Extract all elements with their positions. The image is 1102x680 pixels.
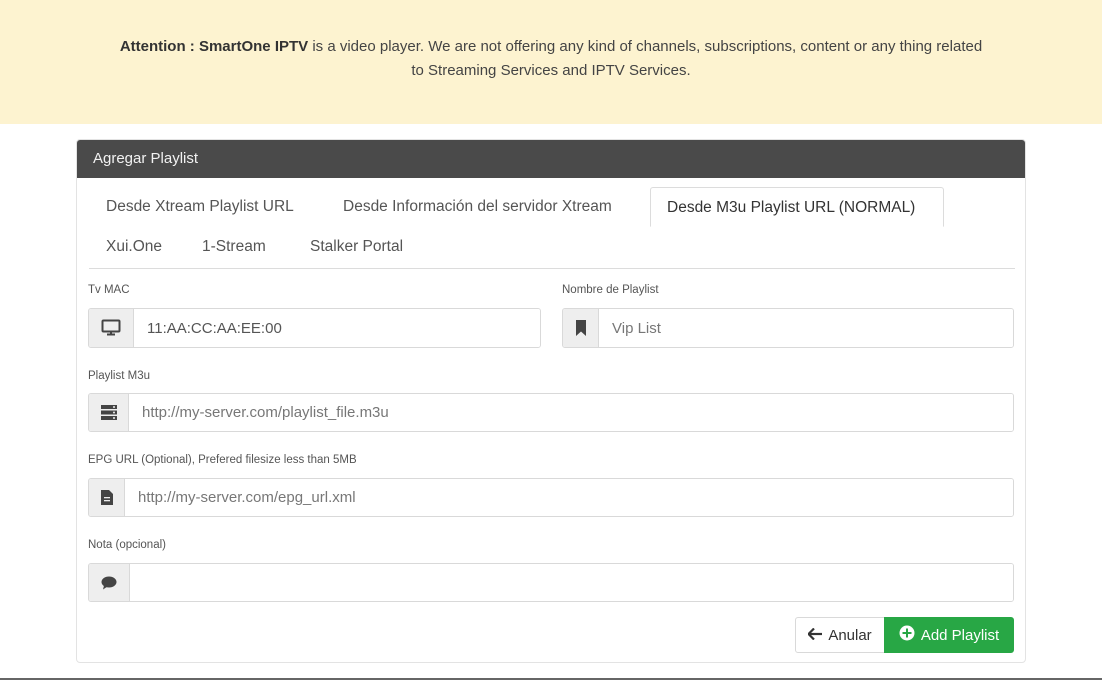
tab-xtream-playlist-url[interactable]: Desde Xtream Playlist URL <box>106 187 294 227</box>
epg-label: EPG URL (Optional), Prefered filesize le… <box>88 454 357 466</box>
plus-circle-icon <box>899 625 915 645</box>
m3u-label: Playlist M3u <box>88 370 150 382</box>
add-playlist-button-label: Add Playlist <box>920 626 1000 644</box>
file-icon <box>89 479 125 516</box>
epg-url-input[interactable] <box>125 479 1013 516</box>
cancel-button[interactable]: Anular <box>795 617 885 653</box>
tab-xui-one[interactable]: Xui.One <box>106 227 162 267</box>
attention-line-2: to Streaming Services and IPTV Services. <box>411 62 691 79</box>
note-label: Nota (opcional) <box>88 539 166 551</box>
playlist-name-label: Nombre de Playlist <box>562 284 659 296</box>
arrow-left-icon <box>807 627 823 644</box>
mac-input[interactable] <box>134 309 540 347</box>
playlist-name-input[interactable] <box>599 309 1013 347</box>
server-icon <box>89 394 129 431</box>
tab-bar: Desde Xtream Playlist URL Desde Informac… <box>89 187 1015 269</box>
m3u-url-input[interactable] <box>129 394 1013 431</box>
tab-xtream-server-info[interactable]: Desde Información del servidor Xtream <box>343 187 612 227</box>
attention-line-1: is a video player. We are not offering a… <box>308 38 983 55</box>
mac-field-group <box>88 308 541 348</box>
m3u-field-group <box>88 393 1014 432</box>
comment-icon <box>89 564 130 601</box>
playlist-name-field-group <box>562 308 1014 348</box>
tab-1-stream[interactable]: 1-Stream <box>202 227 266 267</box>
note-field-group <box>88 563 1014 602</box>
bookmark-icon <box>563 309 599 347</box>
epg-field-group <box>88 478 1014 517</box>
attention-prefix: Attention : SmartOne IPTV <box>119 38 309 55</box>
note-input[interactable] <box>130 564 1013 601</box>
monitor-icon <box>89 309 134 347</box>
mac-label: Tv MAC <box>88 284 130 296</box>
tab-m3u-playlist-url[interactable]: Desde M3u Playlist URL (NORMAL) <box>650 187 944 227</box>
attention-banner: Attention : SmartOne IPTV is a video pla… <box>0 0 1102 124</box>
tab-stalker-portal[interactable]: Stalker Portal <box>310 227 403 267</box>
cancel-button-label: Anular <box>828 626 872 644</box>
panel-title: Agregar Playlist <box>77 140 1025 178</box>
add-playlist-button[interactable]: Add Playlist <box>884 617 1014 653</box>
